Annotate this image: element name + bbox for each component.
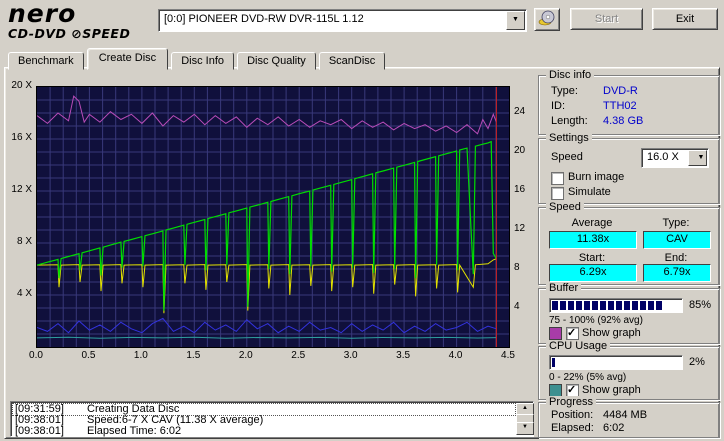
buffer-title: Buffer bbox=[546, 282, 582, 294]
disc-info-title: Disc info bbox=[546, 69, 595, 81]
tab-create-disc[interactable]: Create Disc bbox=[86, 48, 169, 70]
cpu-show-graph-label: Show graph bbox=[582, 384, 641, 396]
drive-select-value: [0:0] PIONEER DVD-RW DVR-115L 1.12 bbox=[164, 13, 364, 25]
app-window: nero CD-DVD ⊘SPEED [0:0] PIONEER DVD-RW … bbox=[0, 0, 724, 441]
cpu-range: 0 - 22% (5% avg) bbox=[549, 372, 627, 383]
disc-tray-button[interactable] bbox=[534, 8, 560, 31]
speed-group: Speed Average Type: 11.38x CAV Start: En… bbox=[538, 201, 720, 285]
start-speed-label: Start: bbox=[578, 252, 606, 264]
buffer-group: Buffer 85% 75 - 100% (92% avg) Show grap… bbox=[538, 282, 720, 344]
tab-scandisc[interactable]: ScanDisc bbox=[318, 52, 386, 70]
log-time: [09:38:01] bbox=[15, 425, 64, 437]
settings-group: Settings Speed 16.0 X ▼ Burn image Simul… bbox=[538, 132, 720, 204]
elapsed-value: 6:02 bbox=[603, 422, 625, 434]
buffer-percent: 85% bbox=[689, 299, 712, 311]
plot-svg bbox=[36, 86, 510, 348]
speed-select[interactable]: 16.0 X ▼ bbox=[641, 148, 709, 168]
drive-select[interactable]: [0:0] PIONEER DVD-RW DVR-115L 1.12 ▼ bbox=[158, 9, 527, 32]
tab-disc-info[interactable]: Disc Info bbox=[171, 52, 235, 70]
cpu-progressbar bbox=[549, 355, 683, 370]
buffer-range: 75 - 100% (92% avg) bbox=[549, 315, 643, 326]
series-cpu-usage-teal bbox=[37, 336, 497, 339]
app-logo: nero CD-DVD ⊘SPEED bbox=[8, 0, 156, 46]
tab-bar: Benchmark Create Disc Disc Info Disc Qua… bbox=[8, 48, 386, 70]
average-label: Average bbox=[571, 217, 613, 229]
cpu-progress-fill bbox=[552, 358, 555, 367]
cpu-percent: 2% bbox=[689, 356, 705, 368]
disc-icon bbox=[538, 10, 555, 26]
cpu-title: CPU Usage bbox=[546, 340, 611, 352]
disc-length-label: Length: bbox=[551, 115, 588, 127]
disc-type-label: Type: bbox=[551, 85, 578, 97]
average-speed-value: 11.38x bbox=[549, 231, 637, 249]
brand-subtitle: CD-DVD ⊘SPEED bbox=[8, 26, 131, 41]
start-button[interactable]: Start bbox=[570, 8, 643, 30]
type-label: Type: bbox=[662, 217, 690, 229]
simulate-checkbox[interactable] bbox=[551, 187, 564, 200]
disc-id-label: ID: bbox=[551, 100, 566, 112]
tab-disc-quality[interactable]: Disc Quality bbox=[237, 52, 316, 70]
tab-benchmark[interactable]: Benchmark bbox=[8, 52, 84, 70]
chevron-down-icon[interactable]: ▼ bbox=[688, 150, 707, 166]
disc-type-value: DVD-R bbox=[603, 85, 638, 97]
disc-length-value: 4.38 GB bbox=[603, 115, 644, 127]
speed-select-value: 16.0 X bbox=[647, 151, 679, 163]
series-buffer-level-magenta bbox=[37, 95, 497, 135]
simulate-label: Simulate bbox=[568, 186, 611, 198]
status-log: [09:31:59] Creating Data Disc [09:38:01]… bbox=[10, 401, 534, 437]
buffer-show-graph-checkbox[interactable] bbox=[566, 326, 579, 340]
series-write-speed-green bbox=[37, 140, 497, 311]
start-speed-value: 6.29x bbox=[549, 264, 637, 282]
elapsed-label: Elapsed: bbox=[551, 422, 594, 434]
disc-info-group: Disc info Type: DVD-R ID: TTH02 Length: … bbox=[538, 69, 720, 135]
end-speed-value: 6.79x bbox=[643, 264, 711, 282]
burn-image-checkbox[interactable] bbox=[551, 172, 564, 185]
progress-group: Progress Position: 4484 MB Elapsed: 6:02 bbox=[538, 396, 720, 438]
write-type-value: CAV bbox=[643, 231, 711, 249]
position-label: Position: bbox=[551, 409, 594, 421]
chevron-down-icon[interactable]: ▼ bbox=[506, 11, 525, 30]
arrow-glyph: ▼ bbox=[697, 154, 705, 161]
log-scrollbar[interactable]: ▲ ▼ bbox=[516, 403, 534, 435]
speed-group-title: Speed bbox=[546, 201, 584, 213]
buffer-progress-fill bbox=[552, 301, 665, 310]
buffer-show-graph-label: Show graph bbox=[582, 327, 641, 339]
position-value: 4484 MB bbox=[603, 409, 648, 421]
arrow-glyph: ▼ bbox=[512, 16, 519, 23]
scroll-down-icon[interactable]: ▼ bbox=[516, 422, 534, 435]
buffer-progressbar bbox=[549, 298, 683, 313]
burn-image-label: Burn image bbox=[568, 171, 625, 183]
speed-setting-label: Speed bbox=[551, 151, 583, 163]
log-row[interactable]: [09:38:01] Elapsed Time: 6:02 bbox=[13, 426, 515, 437]
brand-name: nero bbox=[8, 0, 77, 28]
exit-button[interactable]: Exit bbox=[652, 8, 718, 30]
buffer-graph-swatch bbox=[549, 327, 562, 340]
progress-title: Progress bbox=[546, 396, 597, 408]
series-base-speed-yellow bbox=[37, 258, 497, 314]
settings-title: Settings bbox=[546, 132, 592, 144]
cpu-group: CPU Usage 2% 0 - 22% (5% avg) Show graph bbox=[538, 340, 720, 400]
log-text: Elapsed Time: 6:02 bbox=[87, 425, 182, 437]
end-speed-label: End: bbox=[664, 252, 688, 264]
disc-id-value: TTH02 bbox=[603, 100, 637, 112]
